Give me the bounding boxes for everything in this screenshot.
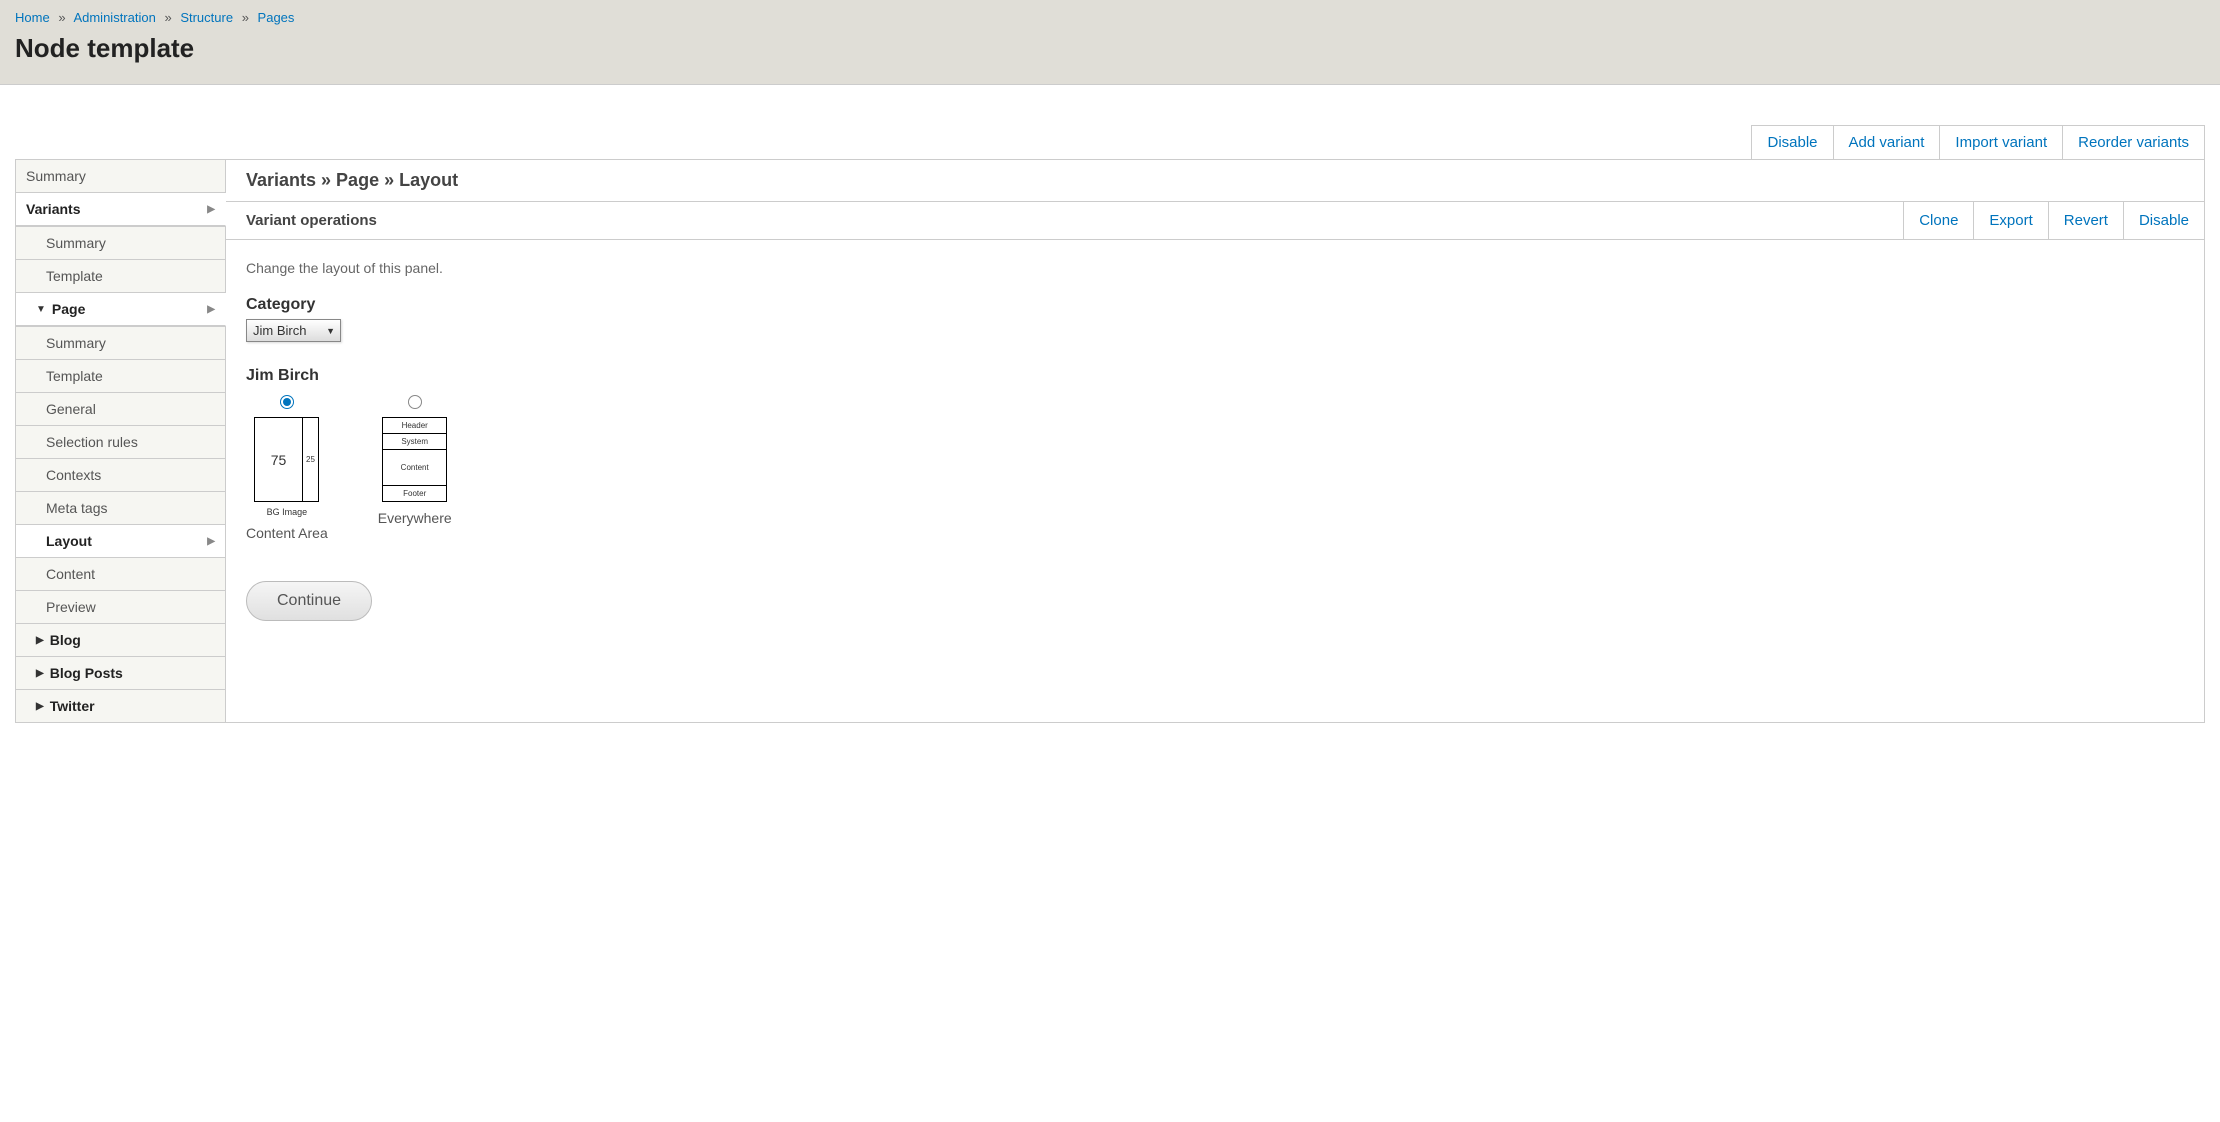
thumb-row-system: System <box>383 434 446 450</box>
thumb-sublabel: BG Image <box>246 507 328 517</box>
sidebar-item-label: Selection rules <box>46 434 138 450</box>
breadcrumb: Home » Administration » Structure » Page… <box>15 10 2205 25</box>
sidebar-item-label: Template <box>46 368 103 384</box>
thumb-row-footer: Footer <box>383 486 446 501</box>
sidebar-item-page-summary[interactable]: Summary <box>16 327 225 360</box>
sidebar-item-label: Twitter <box>50 698 95 714</box>
sidebar-item-page-content[interactable]: Content <box>16 558 225 591</box>
category-label: Category <box>246 296 2184 314</box>
breadcrumb-home[interactable]: Home <box>15 10 50 25</box>
tab-import-variant[interactable]: Import variant <box>1940 125 2063 159</box>
thumb-row-header: Header <box>383 418 446 434</box>
thumb-row-content: Content <box>383 450 446 486</box>
sidebar-item-variants[interactable]: Variants ▶ <box>16 193 226 226</box>
chevron-down-icon: ▼ <box>36 304 46 315</box>
tab-reorder-variants[interactable]: Reorder variants <box>2063 125 2205 159</box>
sidebar-item-label: Blog <box>50 632 81 648</box>
continue-button[interactable]: Continue <box>246 581 372 621</box>
layout-caption-content-area: Content Area <box>246 525 328 541</box>
category-select[interactable]: Jim Birch <box>246 319 341 342</box>
op-revert[interactable]: Revert <box>2048 202 2123 239</box>
breadcrumb-pages[interactable]: Pages <box>258 10 295 25</box>
layout-radio-content-area[interactable] <box>280 395 294 409</box>
op-disable[interactable]: Disable <box>2123 202 2204 239</box>
category-select-value: Jim Birch <box>253 323 306 338</box>
layout-thumb-everywhere: Header System Content Footer <box>382 417 447 502</box>
thumb-col-25: 25 <box>303 418 319 501</box>
layouts-row: 75 25 BG Image Content Area Header Syste… <box>246 395 2184 541</box>
sidebar-item-page-preview[interactable]: Preview <box>16 591 225 624</box>
layout-option-everywhere: Header System Content Footer Everywhere <box>378 395 452 541</box>
sidebar-item-label: Contexts <box>46 467 101 483</box>
layout-radio-everywhere[interactable] <box>408 395 422 409</box>
variant-operations-bar: Variant operations Clone Export Revert D… <box>226 202 2204 240</box>
main-content: Variants » Page » Layout Variant operati… <box>226 160 2204 722</box>
main-panel: Summary Variants ▶ Summary Template ▼ Pa… <box>15 159 2205 723</box>
sidebar-item-label: Variants <box>26 201 80 217</box>
chevron-right-icon: ▶ <box>207 536 215 547</box>
panel-body: Change the layout of this panel. Categor… <box>226 240 2204 641</box>
layout-caption-everywhere: Everywhere <box>378 510 452 526</box>
sidebar-item-page-template[interactable]: Template <box>16 360 225 393</box>
layout-thumb-content-area: 75 25 <box>254 417 319 502</box>
sidebar-item-label: Preview <box>46 599 96 615</box>
sidebar-item-summary[interactable]: Summary <box>16 160 225 193</box>
sidebar-item-page-layout[interactable]: Layout ▶ <box>16 525 225 558</box>
sidebar-item-label: General <box>46 401 96 417</box>
variant-operations-actions: Clone Export Revert Disable <box>1903 202 2204 239</box>
sidebar-item-label: Summary <box>46 235 106 251</box>
breadcrumb-sep: » <box>242 10 249 25</box>
layout-description: Change the layout of this panel. <box>246 260 2184 276</box>
sidebar-item-label: Meta tags <box>46 500 107 516</box>
content-wrapper: Disable Add variant Import variant Reord… <box>0 85 2220 723</box>
sidebar-item-page-meta-tags[interactable]: Meta tags <box>16 492 225 525</box>
tab-add-variant[interactable]: Add variant <box>1834 125 1941 159</box>
sidebar-item-page[interactable]: ▼ Page ▶ <box>16 293 226 326</box>
sidebar-item-blog-posts[interactable]: ▶ Blog Posts <box>16 657 225 690</box>
chevron-right-icon: ▶ <box>36 668 44 679</box>
sidebar-item-twitter[interactable]: ▶ Twitter <box>16 690 225 722</box>
layouts-title: Jim Birch <box>246 367 2184 385</box>
op-clone[interactable]: Clone <box>1903 202 1973 239</box>
top-action-tabs: Disable Add variant Import variant Reord… <box>15 125 2205 159</box>
breadcrumb-sep: » <box>164 10 171 25</box>
sidebar-item-page-contexts[interactable]: Contexts <box>16 459 225 492</box>
chevron-right-icon: ▶ <box>207 304 215 315</box>
sidebar-item-label: Summary <box>26 168 86 184</box>
sidebar-item-label: Blog Posts <box>50 665 123 681</box>
sidebar-item-blog[interactable]: ▶ Blog <box>16 624 225 657</box>
breadcrumb-administration[interactable]: Administration <box>73 10 155 25</box>
page-title: Node template <box>15 33 2205 64</box>
sidebar-item-page-general[interactable]: General <box>16 393 225 426</box>
breadcrumb-sep: » <box>58 10 65 25</box>
breadcrumb-structure[interactable]: Structure <box>180 10 233 25</box>
variant-operations-title: Variant operations <box>226 202 1903 239</box>
sidebar-item-variants-template[interactable]: Template <box>16 260 225 293</box>
chevron-right-icon: ▶ <box>36 635 44 646</box>
sidebar-item-label: Summary <box>46 335 106 351</box>
thumb-col-75: 75 <box>255 418 302 501</box>
layout-option-content-area: 75 25 BG Image Content Area <box>246 395 328 541</box>
sidebar-item-label: Page <box>52 301 85 317</box>
sidebar-item-label: Content <box>46 566 95 582</box>
sidebar-item-label: Layout <box>46 533 92 549</box>
tab-disable[interactable]: Disable <box>1751 125 1833 159</box>
sidebar: Summary Variants ▶ Summary Template ▼ Pa… <box>16 160 226 722</box>
sidebar-item-variants-summary[interactable]: Summary <box>16 227 225 260</box>
content-header: Variants » Page » Layout <box>226 160 2204 202</box>
top-header: Home » Administration » Structure » Page… <box>0 0 2220 85</box>
chevron-right-icon: ▶ <box>207 204 215 215</box>
sidebar-item-page-selection-rules[interactable]: Selection rules <box>16 426 225 459</box>
chevron-right-icon: ▶ <box>36 701 44 712</box>
op-export[interactable]: Export <box>1973 202 2047 239</box>
sidebar-item-label: Template <box>46 268 103 284</box>
